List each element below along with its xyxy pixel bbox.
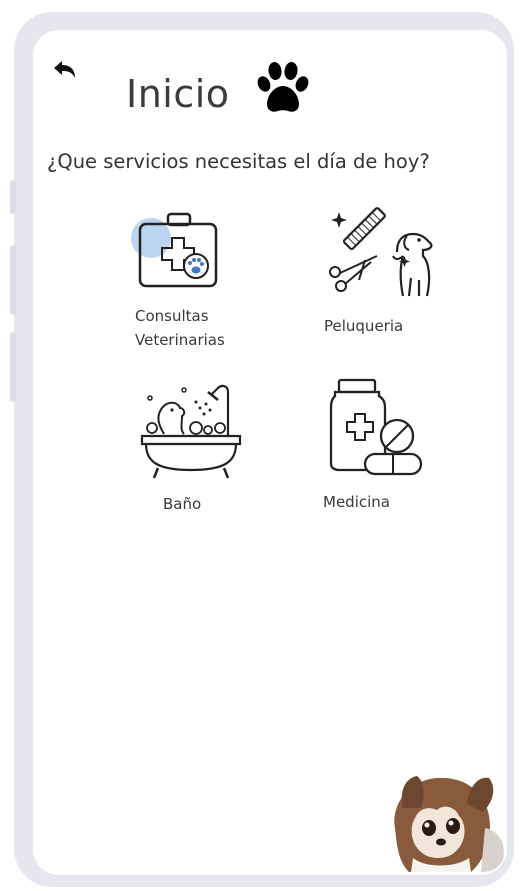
service-bano[interactable]: Baño [136,378,246,518]
bath-icon [140,384,242,479]
medicine-icon [329,378,423,476]
app-screen: Inicio ¿Que servicios necesitas el día d… [33,30,507,875]
service-label: Medicina [323,493,390,511]
grooming-icon [329,207,433,297]
back-arrow-icon[interactable] [51,58,79,86]
service-consultas-veterinarias[interactable]: Consultas Veterinarias [128,210,238,355]
side-button [10,332,16,402]
service-peluqueria[interactable]: Peluqueria [319,200,439,342]
services-prompt: ¿Que servicios necesitas el día de hoy? [47,150,430,173]
service-label: Peluqueria [324,317,404,335]
dog-mascot-icon [394,776,504,872]
service-label: Consultas [135,307,209,325]
side-button [10,245,16,315]
side-button [10,180,16,214]
vet-kit-icon [131,212,218,288]
service-medicina[interactable]: Medicina [321,378,431,518]
back-button[interactable] [51,58,79,86]
service-label: Baño [163,495,202,513]
page-title: Inicio [126,72,230,116]
paw-icon [257,62,309,112]
service-label: Veterinarias [135,331,225,349]
